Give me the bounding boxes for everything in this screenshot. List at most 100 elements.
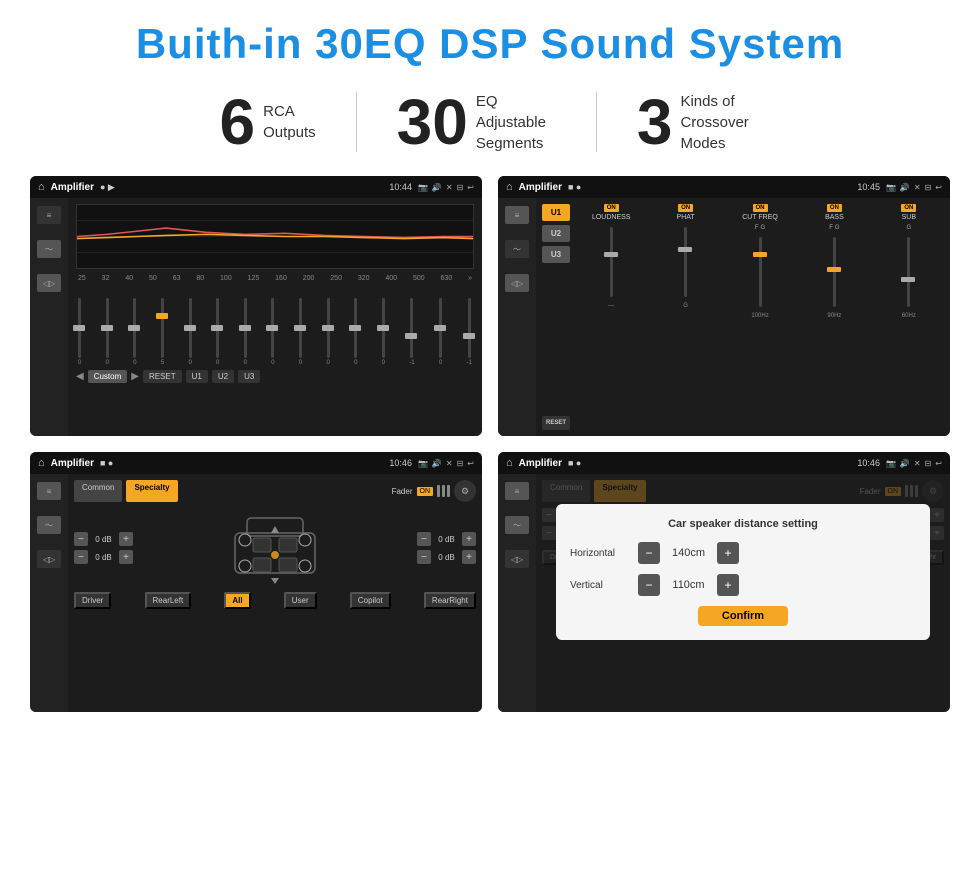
freq-160: 160	[275, 275, 287, 282]
settings-icon[interactable]: ⚙	[454, 480, 476, 502]
preset-u3[interactable]: U3	[542, 246, 570, 263]
eq-custom-button[interactable]: Custom	[88, 370, 128, 383]
distance-main-area: Common Specialty Fader ON ⚙	[536, 474, 950, 712]
vertical-minus-button[interactable]: −	[638, 574, 660, 596]
zone-fr-minus[interactable]: −	[417, 532, 431, 546]
preset-u1[interactable]: U1	[542, 204, 570, 221]
eq-slider-9[interactable]: 0	[326, 298, 329, 366]
vertical-plus-button[interactable]: +	[717, 574, 739, 596]
phat-on-badge: ON	[678, 204, 693, 212]
freq-100: 100	[220, 275, 232, 282]
eq-slider-5[interactable]: 0	[216, 298, 219, 366]
freq-25: 25	[78, 275, 86, 282]
distance-sidebar-wave-icon[interactable]: 〜	[505, 516, 529, 534]
cutfreq-slider[interactable]	[759, 237, 762, 307]
distance-dot: ■ ●	[568, 458, 581, 468]
eq-slider-0[interactable]: 0	[78, 298, 81, 366]
sub-slider[interactable]	[907, 237, 910, 307]
home-icon[interactable]: ⌂	[38, 181, 45, 193]
rear-left-button[interactable]: RearLeft	[145, 592, 192, 609]
distance-tab-common: Common	[542, 480, 590, 502]
bass-slider[interactable]	[833, 237, 836, 307]
zone-rl-plus[interactable]: +	[119, 550, 133, 564]
zones-sidebar-wave-icon[interactable]: 〜	[37, 516, 61, 534]
zone-fr-plus[interactable]: +	[462, 532, 476, 546]
all-button[interactable]: All	[224, 592, 250, 609]
horizontal-plus-button[interactable]: +	[717, 542, 739, 564]
zone-control-rr: − 0 dB +	[417, 550, 476, 564]
preset-u2[interactable]: U2	[542, 225, 570, 242]
eq-bottom-controls: ◀ Custom ▶ RESET U1 U2 U3	[76, 370, 474, 383]
crossover-sidebar-wave-icon[interactable]: 〜	[505, 240, 529, 258]
loudness-slider[interactable]	[610, 227, 613, 297]
eq-val-11: 0	[382, 360, 385, 366]
eq-u2-button[interactable]: U2	[212, 370, 234, 383]
sub-control: ON SUB G 60Hz	[874, 204, 944, 430]
copilot-button[interactable]: Copilot	[350, 592, 391, 609]
zones-sidebar-speaker-icon[interactable]: ◁▷	[37, 550, 61, 568]
eq-topbar-time: 10:44	[389, 182, 412, 192]
eq-val-9: 0	[326, 360, 329, 366]
distance-topbar-title: Amplifier	[519, 458, 562, 469]
distance-home-icon[interactable]: ⌂	[506, 457, 513, 469]
eq-slider-12[interactable]: -1	[409, 298, 414, 366]
crossover-sidebar-eq-icon[interactable]: ≡	[505, 206, 529, 224]
eq-play-icon[interactable]: ▶	[131, 371, 139, 382]
eq-slider-6[interactable]: 0	[244, 298, 247, 366]
horizontal-row: Horizontal − 140cm +	[570, 542, 916, 564]
eq-slider-14[interactable]: -1	[467, 298, 472, 366]
eq-val-8: 0	[299, 360, 302, 366]
eq-slider-4[interactable]: 0	[188, 298, 191, 366]
eq-slider-1[interactable]: 0	[106, 298, 109, 366]
zones-close-icon: ✕	[446, 459, 453, 468]
eq-slider-11[interactable]: 0	[382, 298, 385, 366]
distance-sidebar-eq-icon[interactable]: ≡	[505, 482, 529, 500]
rear-right-button[interactable]: RearRight	[424, 592, 476, 609]
eq-u3-button[interactable]: U3	[238, 370, 260, 383]
distance-topbar-time: 10:46	[857, 458, 880, 468]
zone-rr-minus[interactable]: −	[417, 550, 431, 564]
eq-slider-8[interactable]: 0	[299, 298, 302, 366]
eq-sidebar-wave-icon[interactable]: 〜	[37, 240, 61, 258]
eq-sidebar-eq-icon[interactable]: ≡	[37, 206, 61, 224]
zones-sidebar-eq-icon[interactable]: ≡	[37, 482, 61, 500]
crossover-home-icon[interactable]: ⌂	[506, 181, 513, 193]
driver-button[interactable]: Driver	[74, 592, 111, 609]
tab-specialty[interactable]: Specialty	[126, 480, 177, 502]
crossover-sidebar-speaker-icon[interactable]: ◁▷	[505, 274, 529, 292]
eq-reset-button[interactable]: RESET	[143, 370, 182, 383]
user-button[interactable]: User	[284, 592, 317, 609]
crossover-sidebar: ≡ 〜 ◁▷	[498, 198, 536, 436]
zone-fl-minus[interactable]: −	[74, 532, 88, 546]
eq-slider-13[interactable]: 0	[439, 298, 442, 366]
phat-slider[interactable]	[684, 227, 687, 297]
crossover-topbar-time: 10:45	[857, 182, 880, 192]
eq-prev-icon[interactable]: ◀	[76, 371, 84, 382]
crossover-reset-button[interactable]: RESET	[542, 416, 570, 430]
confirm-button[interactable]: Confirm	[698, 606, 788, 626]
zone-fl-plus[interactable]: +	[119, 532, 133, 546]
distance-minimize-icon: ⊟	[925, 459, 932, 468]
eq-slider-7[interactable]: 0	[271, 298, 274, 366]
eq-u1-button[interactable]: U1	[186, 370, 208, 383]
vertical-label: Vertical	[570, 580, 630, 591]
freq-40: 40	[125, 275, 133, 282]
tab-common[interactable]: Common	[74, 480, 122, 502]
distance-sidebar-speaker-icon[interactable]: ◁▷	[505, 550, 529, 568]
zones-left-controls: − 0 dB + − 0 dB +	[74, 532, 133, 564]
horizontal-minus-button[interactable]: −	[638, 542, 660, 564]
volume-icon: 🔊	[432, 183, 442, 192]
eq-sidebar-speaker-icon[interactable]: ◁▷	[37, 274, 61, 292]
eq-slider-3[interactable]: 5	[161, 298, 164, 366]
zone-rr-plus[interactable]: +	[462, 550, 476, 564]
eq-val-4: 0	[188, 360, 191, 366]
eq-sliders-container: 0 0 0 5	[76, 286, 474, 366]
zones-home-icon[interactable]: ⌂	[38, 457, 45, 469]
eq-val-1: 0	[106, 360, 109, 366]
eq-slider-2[interactable]: 0	[133, 298, 136, 366]
freq-63: 63	[173, 275, 181, 282]
distance-content: ≡ 〜 ◁▷ Common Specialty Fader ON	[498, 474, 950, 712]
close-icon: ✕	[446, 183, 453, 192]
zone-rl-minus[interactable]: −	[74, 550, 88, 564]
eq-slider-10[interactable]: 0	[354, 298, 357, 366]
